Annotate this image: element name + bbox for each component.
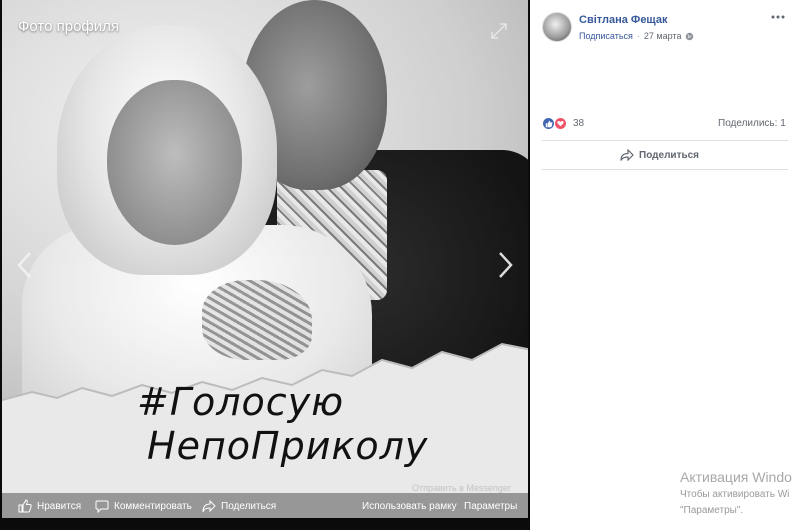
- hashtag-text: #Голосую НепоПриколу: [127, 380, 437, 480]
- photo-title: Фото профиля: [18, 18, 120, 35]
- expand-icon[interactable]: [490, 22, 508, 40]
- share-button-viewer[interactable]: Поделиться: [202, 498, 276, 514]
- hashtag-line1: #Голосую: [137, 380, 345, 424]
- author-name[interactable]: Світлана Фещак: [579, 14, 667, 26]
- activation-line2: "Параметры".: [680, 505, 744, 516]
- comment-label: Комментировать: [114, 500, 192, 512]
- profile-photo[interactable]: #Голосую НепоПриколу: [2, 0, 528, 518]
- divider: [542, 169, 788, 170]
- photo-viewer: #Голосую НепоПриколу Фото профиля Отправ…: [0, 0, 530, 530]
- post-meta: Подписаться · 27 марта: [579, 31, 694, 41]
- reactions-summary[interactable]: 38: [542, 117, 584, 130]
- send-to-messenger-link[interactable]: Отправить в Messenger: [412, 483, 511, 493]
- meta-separator: ·: [636, 31, 640, 41]
- use-frame-label: Использовать рамку: [362, 500, 457, 512]
- reaction-count: 38: [573, 118, 585, 129]
- thumb-up-icon: [18, 499, 32, 513]
- avatar[interactable]: [542, 12, 572, 42]
- use-frame-link[interactable]: Использовать рамку: [362, 498, 457, 514]
- comment-icon: [95, 500, 109, 513]
- share-arrow-icon: [620, 149, 634, 161]
- activation-line1: Чтобы активировать Wi: [680, 489, 790, 500]
- photo-action-bar: Нравится Комментировать Поделиться Испол…: [0, 493, 530, 519]
- hashtag-line2: НепоПриколу: [147, 424, 429, 468]
- chevron-left-icon[interactable]: [14, 250, 36, 280]
- share-arrow-icon: [202, 499, 216, 513]
- post-info-panel: Світлана Фещак Подписаться · 27 марта 38…: [530, 0, 800, 530]
- like-button[interactable]: Нравится: [18, 498, 81, 514]
- options-link[interactable]: Параметры: [464, 498, 517, 514]
- share-button[interactable]: Поделиться: [620, 146, 699, 164]
- comment-button[interactable]: Комментировать: [95, 498, 192, 514]
- windows-activation-watermark: Активация Windo Чтобы активировать Wi "П…: [680, 469, 800, 517]
- photo-woman-face: [107, 80, 242, 245]
- shares-count[interactable]: Поделились: 1: [718, 118, 786, 129]
- chevron-right-icon[interactable]: [494, 250, 516, 280]
- more-icon[interactable]: [770, 12, 786, 22]
- follow-link[interactable]: Подписаться: [579, 31, 633, 41]
- share-button-label: Поделиться: [639, 149, 700, 161]
- globe-icon: [686, 32, 694, 40]
- activation-title: Активация Windo: [680, 469, 792, 485]
- divider: [542, 140, 788, 141]
- like-label: Нравится: [37, 500, 82, 512]
- post-date[interactable]: 27 марта: [644, 31, 682, 41]
- options-label: Параметры: [464, 500, 518, 512]
- love-reaction-icon: [554, 117, 567, 130]
- share-label: Поделиться: [221, 500, 277, 512]
